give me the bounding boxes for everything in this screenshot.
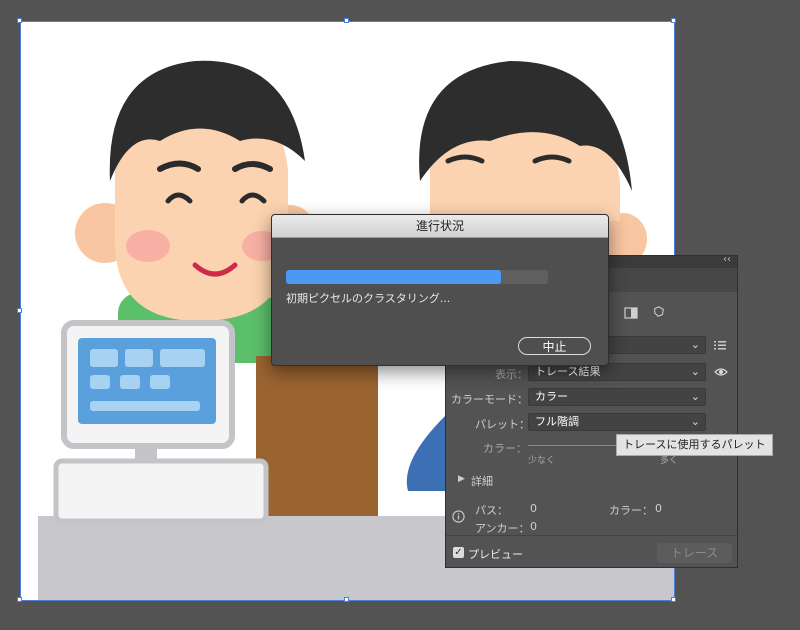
dialog-title: 進行状況 bbox=[272, 215, 608, 238]
selection-handle-top-left[interactable] bbox=[17, 18, 22, 23]
cash-register bbox=[53, 320, 269, 524]
slider-min-label: 少なく bbox=[528, 456, 556, 466]
paths-label: パス： bbox=[475, 504, 508, 517]
selection-handle-bottom-right[interactable] bbox=[671, 597, 676, 602]
outline-icon[interactable] bbox=[652, 306, 666, 318]
colors-label: カラー： bbox=[483, 442, 527, 455]
chevron-down-icon: ⌄ bbox=[690, 390, 700, 403]
color-mode-value: カラー bbox=[535, 390, 568, 403]
palette-label: パレット： bbox=[475, 418, 530, 431]
progress-dialog: 進行状況 初期ピクセルのクラスタリング... 中止 bbox=[271, 214, 609, 366]
trace-button[interactable]: トレース bbox=[657, 543, 732, 563]
selection-handle-left[interactable] bbox=[17, 308, 22, 313]
palette-tooltip: トレースに使用するパレット bbox=[616, 434, 773, 456]
disclosure-triangle-icon[interactable]: ▶ bbox=[458, 474, 465, 484]
view-value: トレース結果 bbox=[535, 365, 601, 378]
color-mode-dropdown[interactable]: カラー ⌄ bbox=[528, 388, 706, 406]
progress-status-text: 初期ピクセルのクラスタリング... bbox=[286, 292, 451, 305]
collapse-panel-icon[interactable]: ‹‹ bbox=[723, 254, 731, 265]
anchors-value: 0 bbox=[530, 520, 537, 533]
preview-label: プレビュー bbox=[468, 548, 523, 561]
list-icon[interactable] bbox=[714, 340, 726, 350]
chevron-down-icon: ⌄ bbox=[690, 338, 700, 351]
palette-value: フル階調 bbox=[535, 415, 579, 428]
grayscale-icon[interactable] bbox=[624, 307, 638, 319]
selection-handle-top[interactable] bbox=[344, 18, 349, 23]
selection-handle-top-right[interactable] bbox=[671, 18, 676, 23]
advanced-toggle[interactable]: 詳細 bbox=[471, 473, 493, 489]
info-icon bbox=[452, 510, 465, 523]
color-mode-label: カラーモード： bbox=[451, 393, 528, 406]
progress-bar bbox=[286, 270, 548, 284]
colors-count-label: カラー： bbox=[609, 504, 653, 517]
selection-handle-bottom[interactable] bbox=[344, 597, 349, 602]
chevron-down-icon: ⌄ bbox=[690, 415, 700, 428]
eye-icon[interactable] bbox=[714, 367, 728, 377]
colors-count-value: 0 bbox=[655, 502, 662, 515]
paths-value: 0 bbox=[530, 502, 537, 515]
progress-bar-fill bbox=[286, 270, 501, 284]
view-label: 表示： bbox=[495, 368, 528, 381]
panel-divider bbox=[446, 535, 737, 536]
selection-handle-bottom-left[interactable] bbox=[17, 597, 22, 602]
palette-dropdown[interactable]: フル階調 ⌄ bbox=[528, 413, 706, 431]
anchors-label: アンカー： bbox=[475, 522, 530, 535]
chevron-down-icon: ⌄ bbox=[690, 365, 700, 378]
preview-checkbox[interactable]: ✓ bbox=[453, 547, 464, 558]
stop-button[interactable]: 中止 bbox=[518, 337, 591, 355]
